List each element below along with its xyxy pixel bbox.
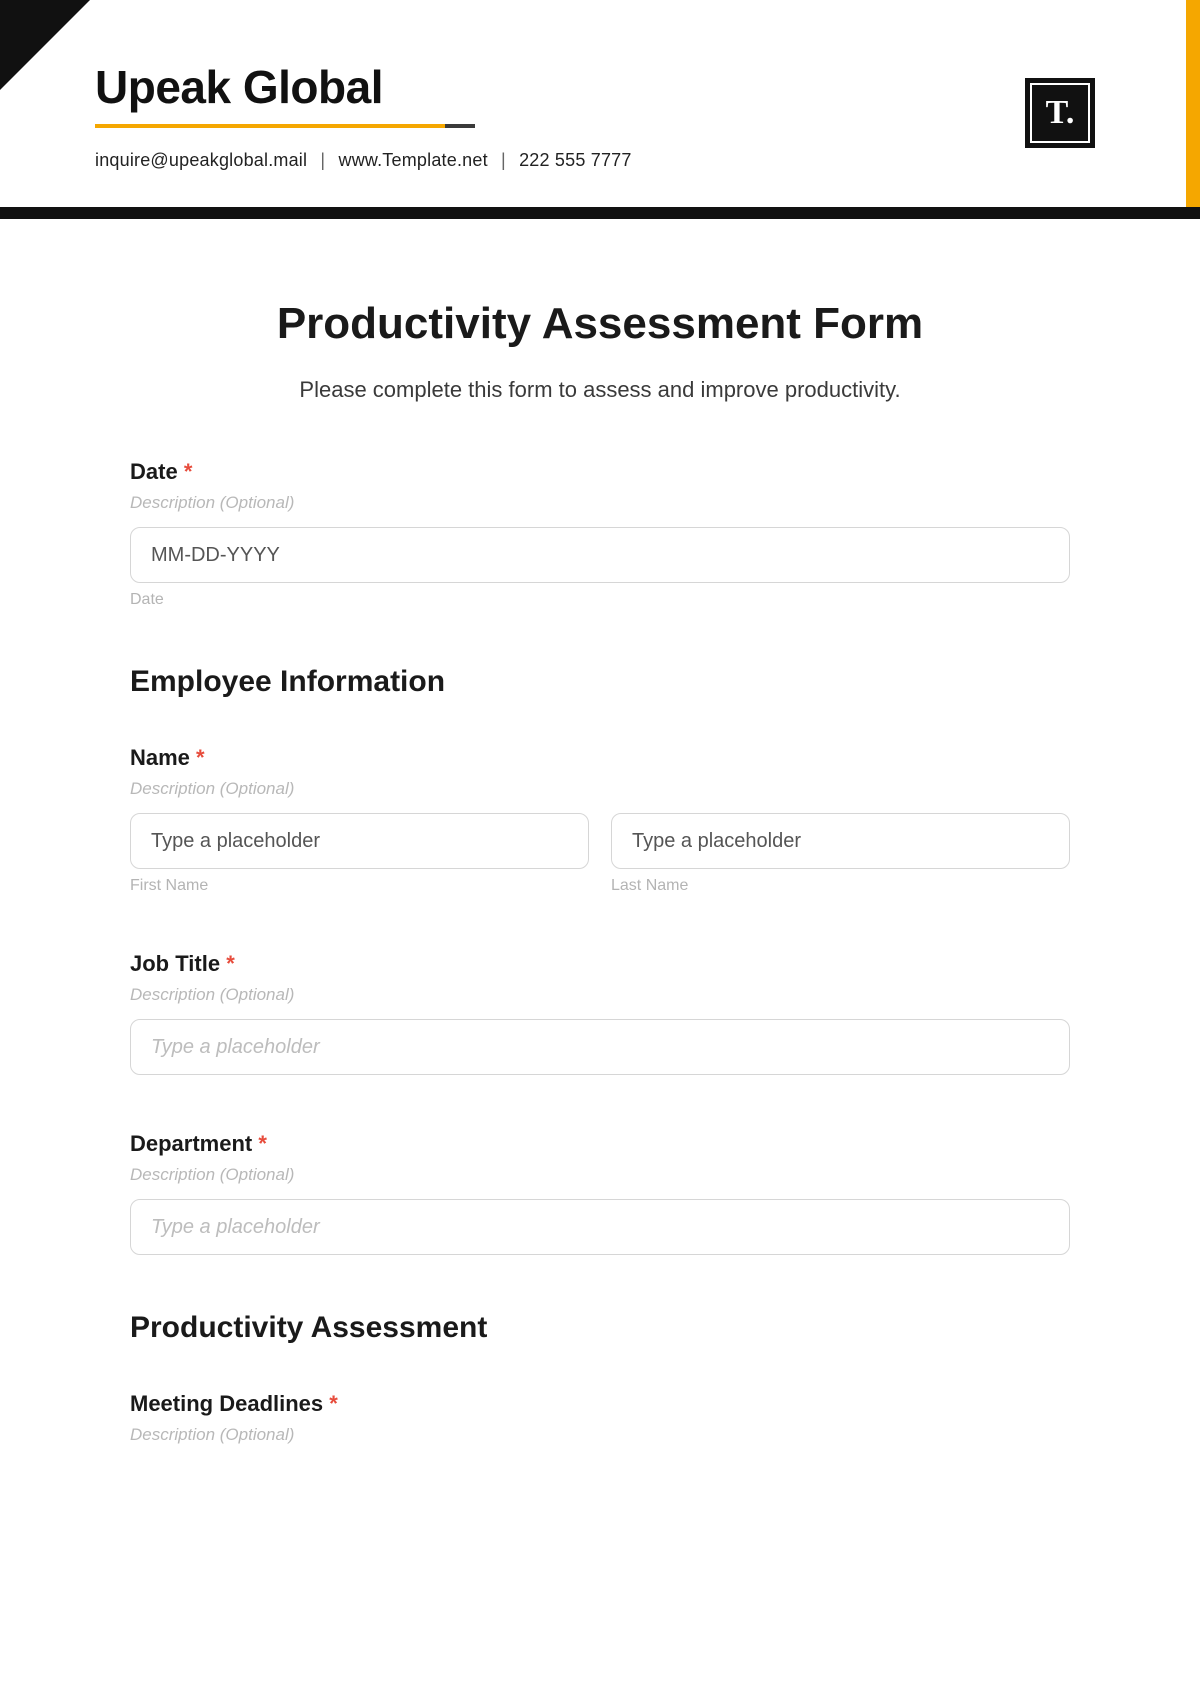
- department-label: Department *: [130, 1131, 1070, 1157]
- deadlines-field: Meeting Deadlines * Description (Optiona…: [130, 1391, 1070, 1445]
- jobtitle-label: Job Title *: [130, 951, 1070, 977]
- required-mark: *: [184, 459, 193, 484]
- required-mark: *: [258, 1131, 267, 1156]
- label-text: Meeting Deadlines: [130, 1391, 323, 1416]
- first-name-input[interactable]: [130, 813, 589, 869]
- label-text: Date: [130, 459, 178, 484]
- label-text: Name: [130, 745, 190, 770]
- deadlines-label: Meeting Deadlines *: [130, 1391, 1070, 1417]
- jobtitle-input[interactable]: [130, 1019, 1070, 1075]
- underline-yellow: [95, 124, 445, 128]
- underline-accent: [95, 124, 475, 128]
- name-label: Name *: [130, 745, 1070, 771]
- field-description: Description (Optional): [130, 779, 1070, 799]
- field-description: Description (Optional): [130, 1425, 1070, 1445]
- section-employee-info: Employee Information: [130, 665, 1070, 699]
- label-text: Department: [130, 1131, 252, 1156]
- field-description: Description (Optional): [130, 493, 1070, 513]
- section-productivity: Productivity Assessment: [130, 1311, 1070, 1345]
- last-name-col: Last Name: [611, 813, 1070, 895]
- contact-line: inquire@upeakglobal.mail | www.Template.…: [95, 150, 1105, 171]
- first-name-sublabel: First Name: [130, 877, 589, 895]
- department-input[interactable]: [130, 1199, 1070, 1255]
- contact-website: www.Template.net: [339, 150, 488, 170]
- separator: |: [312, 150, 333, 170]
- jobtitle-field: Job Title * Description (Optional): [130, 951, 1070, 1075]
- date-label: Date *: [130, 459, 1070, 485]
- date-input[interactable]: [130, 527, 1070, 583]
- contact-email: inquire@upeakglobal.mail: [95, 150, 307, 170]
- form-subtitle: Please complete this form to assess and …: [130, 377, 1070, 403]
- required-mark: *: [226, 951, 235, 976]
- letterhead-header: Upeak Global inquire@upeakglobal.mail | …: [0, 0, 1200, 219]
- name-field: Name * Description (Optional) First Name…: [130, 745, 1070, 895]
- logo-text: T.: [1030, 83, 1090, 143]
- department-field: Department * Description (Optional): [130, 1131, 1070, 1255]
- underline-dark: [445, 124, 475, 128]
- field-description: Description (Optional): [130, 1165, 1070, 1185]
- form-area: Productivity Assessment Form Please comp…: [0, 219, 1200, 1541]
- name-row: First Name Last Name: [130, 813, 1070, 895]
- company-name: Upeak Global: [95, 60, 1105, 114]
- logo: T.: [1025, 78, 1095, 148]
- last-name-input[interactable]: [611, 813, 1070, 869]
- date-field: Date * Description (Optional) Date: [130, 459, 1070, 609]
- contact-phone: 222 555 7777: [519, 150, 632, 170]
- label-text: Job Title: [130, 951, 220, 976]
- required-mark: *: [196, 745, 205, 770]
- first-name-col: First Name: [130, 813, 589, 895]
- last-name-sublabel: Last Name: [611, 877, 1070, 895]
- required-mark: *: [329, 1391, 338, 1416]
- field-description: Description (Optional): [130, 985, 1070, 1005]
- header-inner: Upeak Global inquire@upeakglobal.mail | …: [0, 0, 1200, 207]
- date-sublabel: Date: [130, 591, 1070, 609]
- form-title: Productivity Assessment Form: [130, 299, 1070, 349]
- separator: |: [493, 150, 514, 170]
